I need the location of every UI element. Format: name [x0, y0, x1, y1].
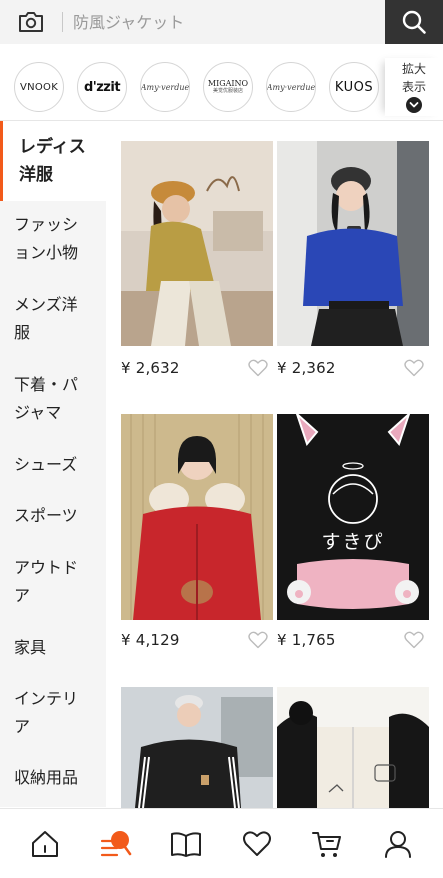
- sidebar-item-label: インテリア: [14, 689, 79, 736]
- brand-amyverdue-label: Amy·verdue: [140, 82, 190, 92]
- product-price: ¥ 1,765: [277, 631, 336, 649]
- hoodie-print-text: すきぴ: [321, 531, 385, 553]
- tab-favorites[interactable]: [237, 824, 277, 864]
- camera-search-button[interactable]: [0, 0, 62, 44]
- price-row: ¥ 4,129: [121, 629, 273, 651]
- tab-category[interactable]: [96, 824, 136, 864]
- price-row: ¥ 2,362: [277, 357, 429, 379]
- sidebar-item-sports[interactable]: スポーツ: [0, 502, 106, 530]
- search-icon: [402, 10, 426, 34]
- camera-icon: [19, 12, 43, 32]
- sidebar-item-furniture[interactable]: 家具: [0, 634, 106, 662]
- sidebar-item-label: スポーツ: [14, 506, 78, 525]
- product-price: ¥ 4,129: [121, 631, 180, 649]
- user-icon: [384, 830, 411, 858]
- expand-brands-button[interactable]: 拡大表示: [385, 58, 443, 116]
- sidebar-item-underwear[interactable]: 下着・パジャマ: [0, 371, 106, 427]
- home-icon: [32, 830, 59, 857]
- product-card[interactable]: すきぴ ¥ 1,765: [277, 414, 429, 654]
- sidebar-item-mens[interactable]: メンズ洋服: [0, 291, 106, 347]
- category-icon: [100, 830, 132, 856]
- sidebar-item-label: 家具: [14, 638, 47, 657]
- tab-home[interactable]: [25, 824, 65, 864]
- heart-icon[interactable]: [247, 358, 269, 378]
- sidebar-item-label: ファッション小物: [14, 215, 79, 262]
- expand-label: 拡大表示: [401, 62, 426, 94]
- tab-magazine[interactable]: [166, 824, 206, 864]
- brand-kuos-label: KUOS: [334, 79, 374, 95]
- sidebar-item-label: シューズ: [14, 455, 78, 474]
- sidebar-item-label: アウトドア: [14, 558, 79, 605]
- brand-row: VNOOK d'zzit Amy·verdue MIGAINO 美觉优服装店 A…: [0, 58, 443, 116]
- heart-icon[interactable]: [247, 630, 269, 650]
- sidebar-item-label: 収納用品: [14, 768, 79, 787]
- brand-vnook-label: VNOOK: [19, 81, 59, 93]
- product-card[interactable]: ¥ 2,632: [121, 141, 273, 381]
- price-row: ¥ 2,632: [121, 357, 273, 379]
- category-sidebar: レディス洋服 ファッション小物 メンズ洋服 下着・パジャマ シューズ スポーツ …: [0, 121, 106, 807]
- sidebar-item-label: メンズ洋服: [14, 295, 78, 342]
- sidebar-item-outdoor[interactable]: アウトドア: [0, 554, 106, 610]
- product-price: ¥ 2,632: [121, 359, 180, 377]
- sidebar-item-label: 下着・パジャマ: [14, 375, 79, 422]
- brand-vnook[interactable]: VNOOK: [14, 62, 64, 112]
- sidebar-item-interior[interactable]: インテリア: [0, 685, 106, 741]
- product-card[interactable]: ¥ 2,362: [277, 141, 429, 381]
- brand-amyverdue-2[interactable]: Amy·verdue: [266, 62, 316, 112]
- sidebar-item-shoes[interactable]: シューズ: [0, 451, 106, 479]
- product-image[interactable]: [121, 141, 273, 346]
- heart-icon: [242, 830, 271, 856]
- product-image[interactable]: [277, 687, 429, 808]
- bottom-tab-bar: [0, 808, 443, 878]
- sidebar-item-storage[interactable]: 収納用品: [0, 764, 106, 792]
- product-image[interactable]: [121, 414, 273, 620]
- search-input[interactable]: [63, 0, 385, 44]
- brand-amyverdue[interactable]: Amy·verdue: [140, 62, 190, 112]
- sidebar-item-label: レディス洋服: [19, 137, 86, 185]
- brand-amyverdue-2-label: Amy·verdue: [266, 82, 316, 92]
- brand-kuos[interactable]: KUOS: [329, 62, 379, 112]
- tab-cart[interactable]: [307, 824, 347, 864]
- product-image[interactable]: すきぴ: [277, 414, 429, 620]
- brand-migaino[interactable]: MIGAINO 美觉优服装店: [203, 62, 253, 112]
- product-price: ¥ 2,362: [277, 359, 336, 377]
- heart-icon[interactable]: [403, 358, 425, 378]
- heart-icon[interactable]: [403, 630, 425, 650]
- cart-icon: [312, 831, 342, 857]
- search-bar: [0, 0, 443, 44]
- search-button[interactable]: [385, 0, 443, 44]
- sidebar-item-fashion-accessories[interactable]: ファッション小物: [0, 211, 106, 267]
- chevron-down-icon: [406, 96, 422, 113]
- brand-dzzit[interactable]: d'zzit: [77, 62, 127, 112]
- product-card[interactable]: [121, 687, 273, 808]
- product-card[interactable]: [277, 687, 429, 808]
- sidebar-item-ladies[interactable]: レディス洋服: [0, 121, 106, 201]
- brand-migaino-logo: MIGAINO 美觉优服装店: [208, 79, 248, 94]
- price-row: ¥ 1,765: [277, 629, 429, 651]
- book-icon: [171, 831, 202, 857]
- brand-migaino-sublabel: 美觉优服装店: [212, 87, 243, 94]
- product-image[interactable]: [121, 687, 273, 808]
- brand-dzzit-label: d'zzit: [83, 79, 121, 95]
- tab-account[interactable]: [378, 824, 418, 864]
- product-image[interactable]: [277, 141, 429, 346]
- product-card[interactable]: ¥ 4,129: [121, 414, 273, 654]
